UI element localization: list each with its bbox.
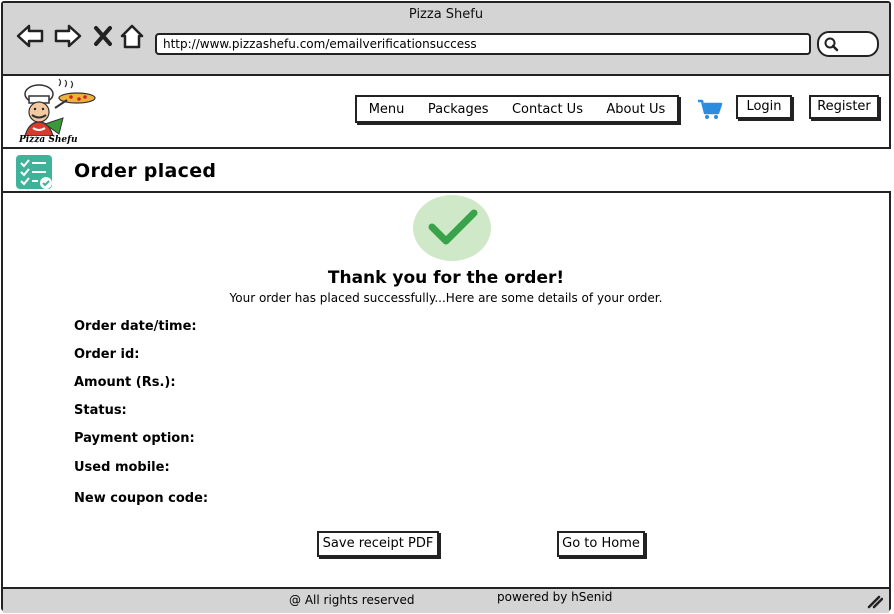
page-title-bar: Order placed [3,149,891,193]
forward-icon[interactable] [53,23,83,49]
save-receipt-button[interactable]: Save receipt PDF [317,531,439,557]
register-button[interactable]: Register [809,95,879,119]
payment-option-label: Payment option: [74,431,195,446]
coupon-code-label: New coupon code: [74,491,209,506]
order-id-label: Order id: [74,347,140,362]
address-bar[interactable]: http://www.pizzashefu.com/emailverificat… [155,33,811,55]
order-datetime-label: Order date/time: [74,319,197,334]
browser-search[interactable] [817,31,879,57]
logo[interactable]: Pizza Shefu [15,78,97,146]
browser-window: Pizza Shefu http://www.pizzashefu.com/em… [1,1,891,613]
status-label: Status: [74,403,127,418]
browser-chrome: Pizza Shefu http://www.pizzashefu.com/em… [3,3,889,76]
back-icon[interactable] [15,23,45,49]
thank-you-heading: Thank you for the order! [327,268,565,288]
footer-powered-by: powered by hSenid [497,590,613,604]
login-button[interactable]: Login [736,95,792,119]
main-nav: Menu Packages Contact Us About Us [355,95,679,123]
nav-contact-us[interactable]: Contact Us [512,102,583,117]
nav-packages[interactable]: Packages [428,102,489,117]
checkmark-icon [428,209,478,245]
home-icon[interactable] [119,23,145,51]
amount-label: Amount (Rs.): [74,375,176,390]
go-home-button[interactable]: Go to Home [557,531,645,557]
search-icon [824,37,839,52]
used-mobile-label: Used mobile: [74,460,170,475]
nav-about-us[interactable]: About Us [606,102,665,117]
success-badge [413,195,491,261]
cart-icon[interactable] [697,98,723,120]
page-title: Order placed [74,160,217,182]
logo-text: Pizza Shefu [19,135,78,145]
chef-logo-icon [24,78,96,137]
close-icon[interactable] [93,25,113,47]
window-title: Pizza Shefu [408,7,484,22]
resize-handle-icon[interactable] [867,595,883,609]
nav-menu[interactable]: Menu [369,102,405,117]
footer-rights: @ All rights reserved [289,593,415,607]
checklist-icon [16,155,52,189]
thank-you-subheading: Your order has placed successfully...Her… [229,291,663,305]
footer: @ All rights reserved powered by hSenid [3,587,889,613]
site-header: Pizza Shefu Menu Packages Contact Us Abo… [3,76,889,149]
